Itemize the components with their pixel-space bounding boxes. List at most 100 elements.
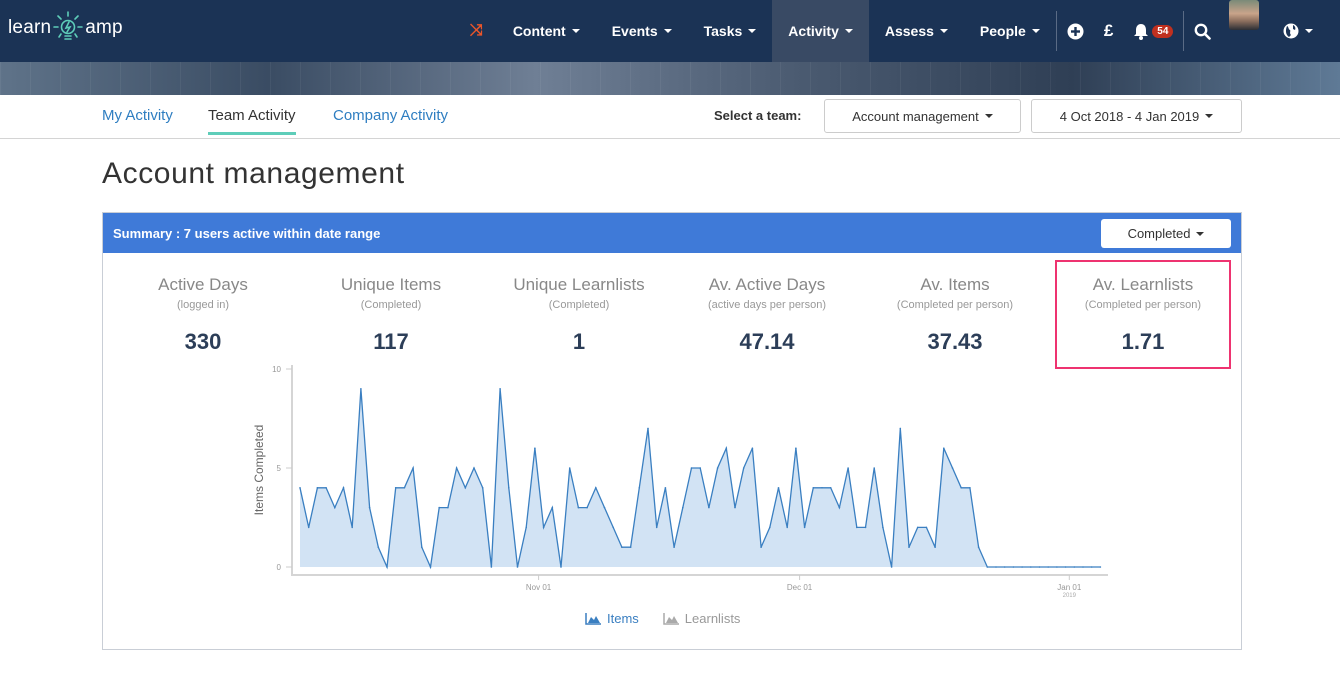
data-point[interactable] <box>977 546 980 548</box>
data-point[interactable] <box>464 487 467 489</box>
data-point[interactable] <box>325 487 327 489</box>
data-point[interactable] <box>908 546 910 548</box>
user-avatar[interactable] <box>1229 0 1260 30</box>
data-point[interactable] <box>864 526 867 529</box>
currency-button[interactable]: £ <box>1094 0 1123 62</box>
data-point[interactable] <box>673 546 675 548</box>
data-point[interactable] <box>786 526 788 529</box>
data-point[interactable] <box>969 487 971 489</box>
nav-item-tasks[interactable]: Tasks <box>688 0 773 62</box>
data-point[interactable] <box>568 467 571 469</box>
data-point[interactable] <box>882 526 884 529</box>
nav-item-assess[interactable]: Assess <box>869 0 964 62</box>
data-point[interactable] <box>603 506 606 509</box>
data-point[interactable] <box>777 487 780 489</box>
tab-my-activity[interactable]: My Activity <box>102 107 173 135</box>
add-button[interactable] <box>1057 0 1094 62</box>
data-point[interactable] <box>551 506 554 509</box>
data-point[interactable] <box>655 526 658 529</box>
data-point[interactable] <box>925 526 928 529</box>
data-point[interactable] <box>960 487 962 489</box>
data-point[interactable] <box>403 487 406 489</box>
data-point[interactable] <box>716 467 719 469</box>
data-point[interactable] <box>612 526 614 529</box>
learn-amp-logo[interactable]: learn amp <box>8 8 123 48</box>
data-point[interactable] <box>899 427 902 430</box>
data-point[interactable] <box>586 506 588 509</box>
data-point[interactable] <box>760 546 762 548</box>
data-point[interactable] <box>1038 566 1041 568</box>
data-point[interactable] <box>368 506 371 509</box>
data-point[interactable] <box>795 447 797 449</box>
data-point[interactable] <box>1064 566 1067 568</box>
data-point[interactable] <box>629 546 632 548</box>
data-point[interactable] <box>812 487 815 489</box>
data-point[interactable] <box>577 506 580 509</box>
data-point[interactable] <box>334 506 336 509</box>
data-point[interactable] <box>516 566 519 568</box>
nav-item-events[interactable]: Events <box>596 0 688 62</box>
data-point[interactable] <box>1099 566 1102 568</box>
search-button[interactable] <box>1184 0 1221 62</box>
nav-item-content[interactable]: Content <box>497 0 596 62</box>
data-point[interactable] <box>560 566 562 568</box>
data-point[interactable] <box>508 487 510 489</box>
data-point[interactable] <box>995 566 997 568</box>
data-point[interactable] <box>307 526 310 529</box>
data-point[interactable] <box>682 506 684 509</box>
data-point[interactable] <box>447 506 449 509</box>
language-menu[interactable] <box>1273 0 1323 62</box>
data-point[interactable] <box>1073 566 1076 568</box>
data-point[interactable] <box>638 487 641 489</box>
data-point[interactable] <box>412 467 414 469</box>
data-point[interactable] <box>943 447 945 449</box>
data-point[interactable] <box>351 526 353 529</box>
data-point[interactable] <box>708 506 710 509</box>
data-point[interactable] <box>803 526 806 529</box>
data-point[interactable] <box>1030 566 1032 568</box>
data-point[interactable] <box>473 467 475 469</box>
data-point[interactable] <box>421 546 423 548</box>
data-point[interactable] <box>299 487 301 489</box>
data-point[interactable] <box>525 526 527 529</box>
data-point[interactable] <box>725 447 728 449</box>
nav-item-activity[interactable]: Activity <box>772 0 869 62</box>
completed-filter-dropdown[interactable]: Completed <box>1101 219 1231 248</box>
data-point[interactable] <box>1056 566 1058 568</box>
data-point[interactable] <box>316 487 319 489</box>
data-point[interactable] <box>1012 566 1015 568</box>
data-point[interactable] <box>769 526 771 529</box>
notifications-button[interactable]: 54 <box>1123 0 1183 62</box>
data-point[interactable] <box>986 566 989 568</box>
data-point[interactable] <box>499 388 501 390</box>
data-point[interactable] <box>342 487 345 489</box>
data-point[interactable] <box>1082 566 1084 568</box>
data-point[interactable] <box>821 487 823 489</box>
data-point[interactable] <box>664 487 667 489</box>
data-point[interactable] <box>951 467 954 469</box>
data-point[interactable] <box>1021 566 1023 568</box>
data-point[interactable] <box>838 506 841 509</box>
data-point[interactable] <box>360 388 362 390</box>
data-point[interactable] <box>647 427 649 430</box>
data-point[interactable] <box>890 566 893 568</box>
data-point[interactable] <box>455 467 458 469</box>
data-point[interactable] <box>621 546 623 548</box>
data-point[interactable] <box>856 526 858 529</box>
data-point[interactable] <box>386 566 388 568</box>
legend-item-items[interactable]: Items <box>585 611 639 626</box>
date-range-dropdown[interactable]: 4 Oct 2018 - 4 Jan 2019 <box>1031 99 1242 133</box>
data-point[interactable] <box>847 467 849 469</box>
team-select-dropdown[interactable]: Account management <box>824 99 1021 133</box>
data-point[interactable] <box>1047 566 1049 568</box>
data-point[interactable] <box>534 447 536 449</box>
data-point[interactable] <box>934 546 936 548</box>
data-point[interactable] <box>873 467 875 469</box>
data-point[interactable] <box>829 487 832 489</box>
shuffle-button[interactable]: ⤨ <box>462 0 497 62</box>
data-point[interactable] <box>490 566 493 568</box>
data-point[interactable] <box>481 487 484 489</box>
data-point[interactable] <box>542 526 545 529</box>
data-point[interactable] <box>916 526 919 529</box>
data-point[interactable] <box>595 487 597 489</box>
